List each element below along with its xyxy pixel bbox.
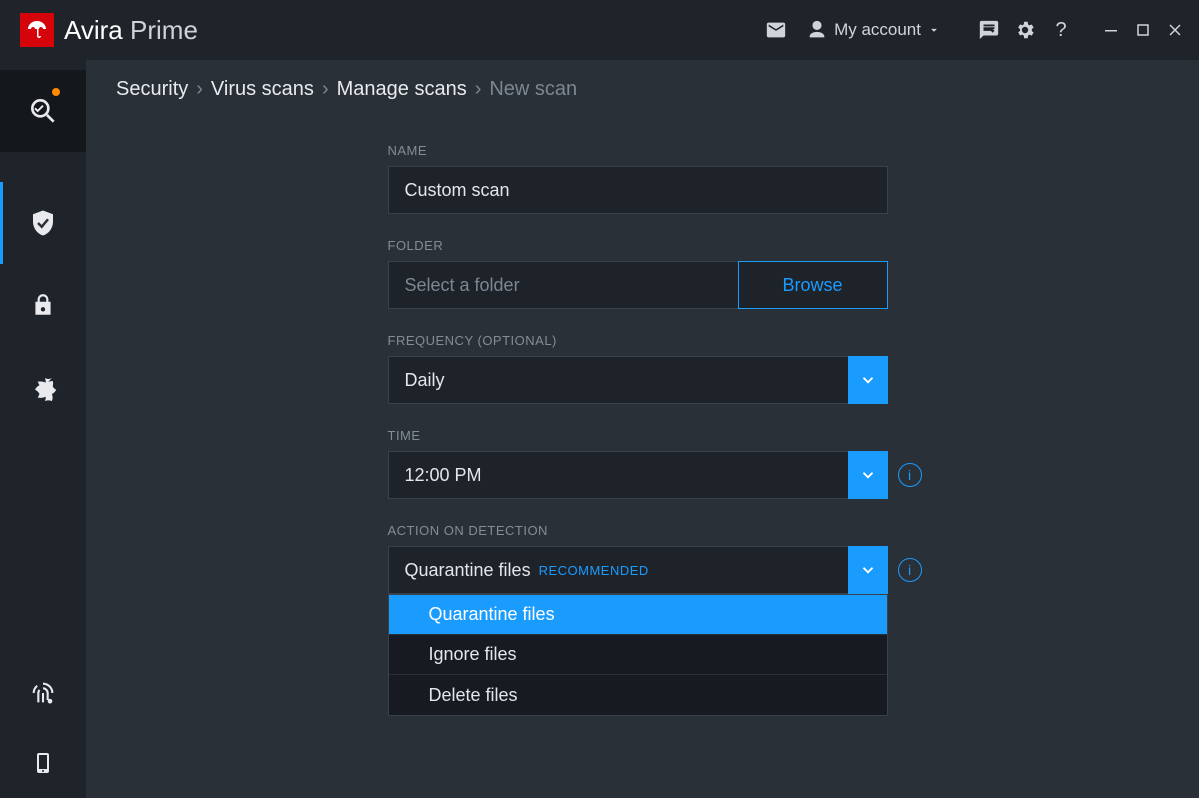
chevron-right-icon: › bbox=[322, 78, 329, 101]
folder-placeholder: Select a folder bbox=[405, 275, 520, 296]
name-input-wrapper bbox=[388, 166, 888, 214]
browse-button[interactable]: Browse bbox=[738, 261, 888, 309]
action-dropdown: Quarantine files Ignore files Delete fil… bbox=[388, 594, 888, 716]
close-button[interactable] bbox=[1161, 12, 1189, 48]
sidebar bbox=[0, 60, 86, 798]
time-info-button[interactable]: i bbox=[898, 463, 922, 487]
avira-umbrella-icon bbox=[25, 18, 49, 42]
chevron-down-icon bbox=[859, 466, 877, 484]
action-option-delete[interactable]: Delete files bbox=[389, 675, 887, 715]
sidebar-item-performance[interactable] bbox=[0, 346, 86, 428]
action-value: Quarantine files bbox=[405, 560, 531, 581]
scan-form: NAME FOLDER Select a folder Browse FREQU… bbox=[388, 143, 888, 668]
breadcrumb-new-scan: New scan bbox=[489, 78, 577, 101]
help-icon[interactable]: ? bbox=[1043, 12, 1079, 48]
action-label: ACTION ON DETECTION bbox=[388, 523, 888, 538]
titlebar: Avira Prime My account ? bbox=[0, 0, 1199, 60]
sidebar-item-privacy[interactable] bbox=[0, 264, 86, 346]
time-select[interactable]: 12:00 PM bbox=[388, 451, 848, 499]
name-input[interactable] bbox=[405, 180, 871, 201]
breadcrumb-manage-scans[interactable]: Manage scans bbox=[337, 78, 467, 101]
frequency-label: FREQUENCY (OPTIONAL) bbox=[388, 333, 888, 348]
breadcrumb-virus-scans[interactable]: Virus scans bbox=[211, 78, 314, 101]
field-time: TIME 12:00 PM i bbox=[388, 428, 888, 499]
account-menu[interactable]: My account bbox=[794, 19, 953, 41]
field-frequency: FREQUENCY (OPTIONAL) Daily bbox=[388, 333, 888, 404]
brand-suffix: Prime bbox=[130, 15, 198, 45]
time-value: 12:00 PM bbox=[405, 465, 482, 486]
action-option-quarantine[interactable]: Quarantine files bbox=[389, 595, 887, 635]
frequency-select[interactable]: Daily bbox=[388, 356, 848, 404]
breadcrumb: Security › Virus scans › Manage scans › … bbox=[116, 78, 1159, 101]
maximize-button[interactable] bbox=[1129, 12, 1157, 48]
chevron-right-icon: › bbox=[475, 78, 482, 101]
feedback-icon[interactable] bbox=[971, 12, 1007, 48]
action-dropdown-button[interactable] bbox=[848, 546, 888, 594]
folder-label: FOLDER bbox=[388, 238, 888, 253]
sidebar-item-status[interactable] bbox=[0, 70, 86, 152]
mail-icon[interactable] bbox=[758, 12, 794, 48]
time-label: TIME bbox=[388, 428, 888, 443]
person-icon bbox=[806, 19, 828, 41]
alert-dot-icon bbox=[52, 88, 60, 96]
frequency-value: Daily bbox=[405, 370, 445, 391]
chevron-right-icon: › bbox=[196, 78, 203, 101]
field-action: ACTION ON DETECTION Quarantine files REC… bbox=[388, 523, 888, 594]
name-label: NAME bbox=[388, 143, 888, 158]
sidebar-item-identity[interactable] bbox=[0, 658, 86, 728]
app-logo bbox=[20, 13, 54, 47]
field-name: NAME bbox=[388, 143, 888, 214]
chevron-down-icon bbox=[859, 371, 877, 389]
brand-text: Avira Prime bbox=[64, 15, 198, 46]
time-dropdown-button[interactable] bbox=[848, 451, 888, 499]
recommended-badge: RECOMMENDED bbox=[539, 563, 649, 578]
sidebar-item-mobile[interactable] bbox=[0, 728, 86, 798]
folder-input[interactable]: Select a folder bbox=[388, 261, 738, 309]
account-label: My account bbox=[834, 20, 921, 40]
action-select[interactable]: Quarantine files RECOMMENDED bbox=[388, 546, 848, 594]
chevron-down-icon bbox=[927, 23, 941, 37]
field-folder: FOLDER Select a folder Browse bbox=[388, 238, 888, 309]
main-content: Security › Virus scans › Manage scans › … bbox=[86, 60, 1199, 798]
action-info-button[interactable]: i bbox=[898, 558, 922, 582]
settings-icon[interactable] bbox=[1007, 12, 1043, 48]
minimize-button[interactable] bbox=[1097, 12, 1125, 48]
frequency-dropdown-button[interactable] bbox=[848, 356, 888, 404]
action-option-ignore[interactable]: Ignore files bbox=[389, 635, 887, 675]
sidebar-item-security[interactable] bbox=[0, 182, 86, 264]
brand-name: Avira bbox=[64, 15, 123, 45]
chevron-down-icon bbox=[859, 561, 877, 579]
breadcrumb-security[interactable]: Security bbox=[116, 78, 188, 101]
